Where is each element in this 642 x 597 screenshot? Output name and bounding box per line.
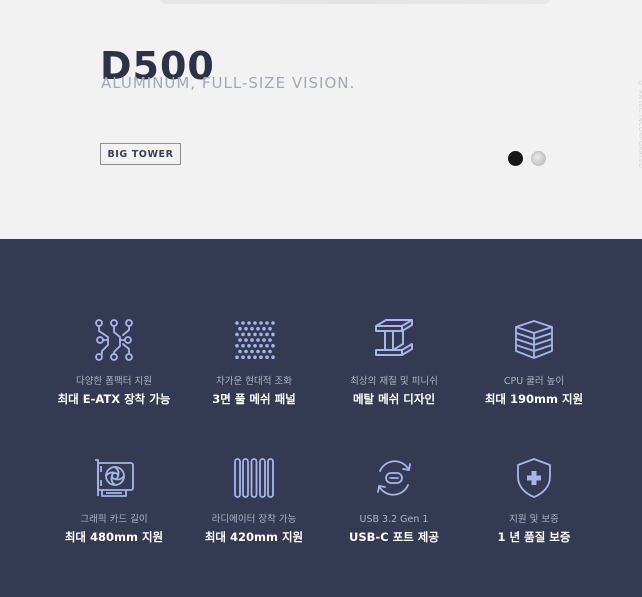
feature-caption: 다양한 폼팩터 지원 [76,376,152,387]
usb-c-icon [372,456,416,500]
feature-caption: 지원 및 보증 [509,514,559,525]
feature-value: 1 년 품질 보증 [497,529,571,544]
feature-mesh: 차가운 현대적 조화 3면 풀 메쉬 패널 [179,318,329,405]
feature-caption: USB 3.2 Gen 1 [359,514,429,525]
cpu-cooler-icon [512,318,556,362]
feature-value: USB-C 포트 제공 [349,529,439,544]
color-swatch-black[interactable] [508,151,523,166]
i-beam-icon [372,318,416,362]
radiator-icon [232,456,276,500]
size-badge: BIG TOWER [100,143,181,165]
feature-caption: 라디에이터 장착 가능 [211,514,297,525]
feature-cpu-cooler: CPU 쿨러 높이 최대 190mm 지원 [459,318,609,405]
feature-form-factor: 다양한 폼팩터 지원 최대 E-ATX 장착 가능 [39,318,189,405]
circuit-board-icon [92,318,136,362]
feature-caption: CPU 쿨러 높이 [503,376,565,387]
color-swatches [508,151,546,166]
feature-gpu-length: 그래픽 카드 길이 최대 480mm 지원 [39,456,189,543]
feature-warranty: 지원 및 보증 1 년 품질 보증 [459,456,609,543]
feature-value: 최대 190mm 지원 [484,391,584,406]
feature-value: 최대 420mm 지원 [204,529,304,544]
color-swatch-silver[interactable] [531,151,546,166]
features-section: 다양한 폼팩터 지원 최대 E-ATX 장착 가능 차가운 현대적 조화 3면 … [0,239,642,597]
hero-section: D500 ALUMINUM, FULL-SIZE VISION. BIG TOW… [0,0,642,239]
feature-value: 최대 E-ATX 장착 가능 [57,391,171,406]
feature-caption: 최상의 재질 및 피니쉬 [350,376,438,387]
feature-value: 최대 480mm 지원 [64,529,164,544]
feature-caption: 차가운 현대적 조화 [216,376,292,387]
feature-value: 메탈 메쉬 디자인 [352,391,436,406]
copyright-watermark: © ANTEC INCORPORATED [637,80,642,169]
product-subtitle: ALUMINUM, FULL-SIZE VISION. [101,74,356,92]
feature-radiator: 라디에이터 장착 가능 최대 420mm 지원 [179,456,329,543]
feature-caption: 그래픽 카드 길이 [80,514,148,525]
feature-material: 최상의 재질 및 피니쉬 메탈 메쉬 디자인 [319,318,469,405]
shield-plus-icon [512,456,556,500]
mesh-panel-icon [232,318,276,362]
feature-value: 3면 풀 메쉬 패널 [212,391,296,406]
graphics-card-icon [92,456,136,500]
case-top-edge [160,0,550,4]
feature-usb: USB 3.2 Gen 1 USB-C 포트 제공 [319,456,469,543]
